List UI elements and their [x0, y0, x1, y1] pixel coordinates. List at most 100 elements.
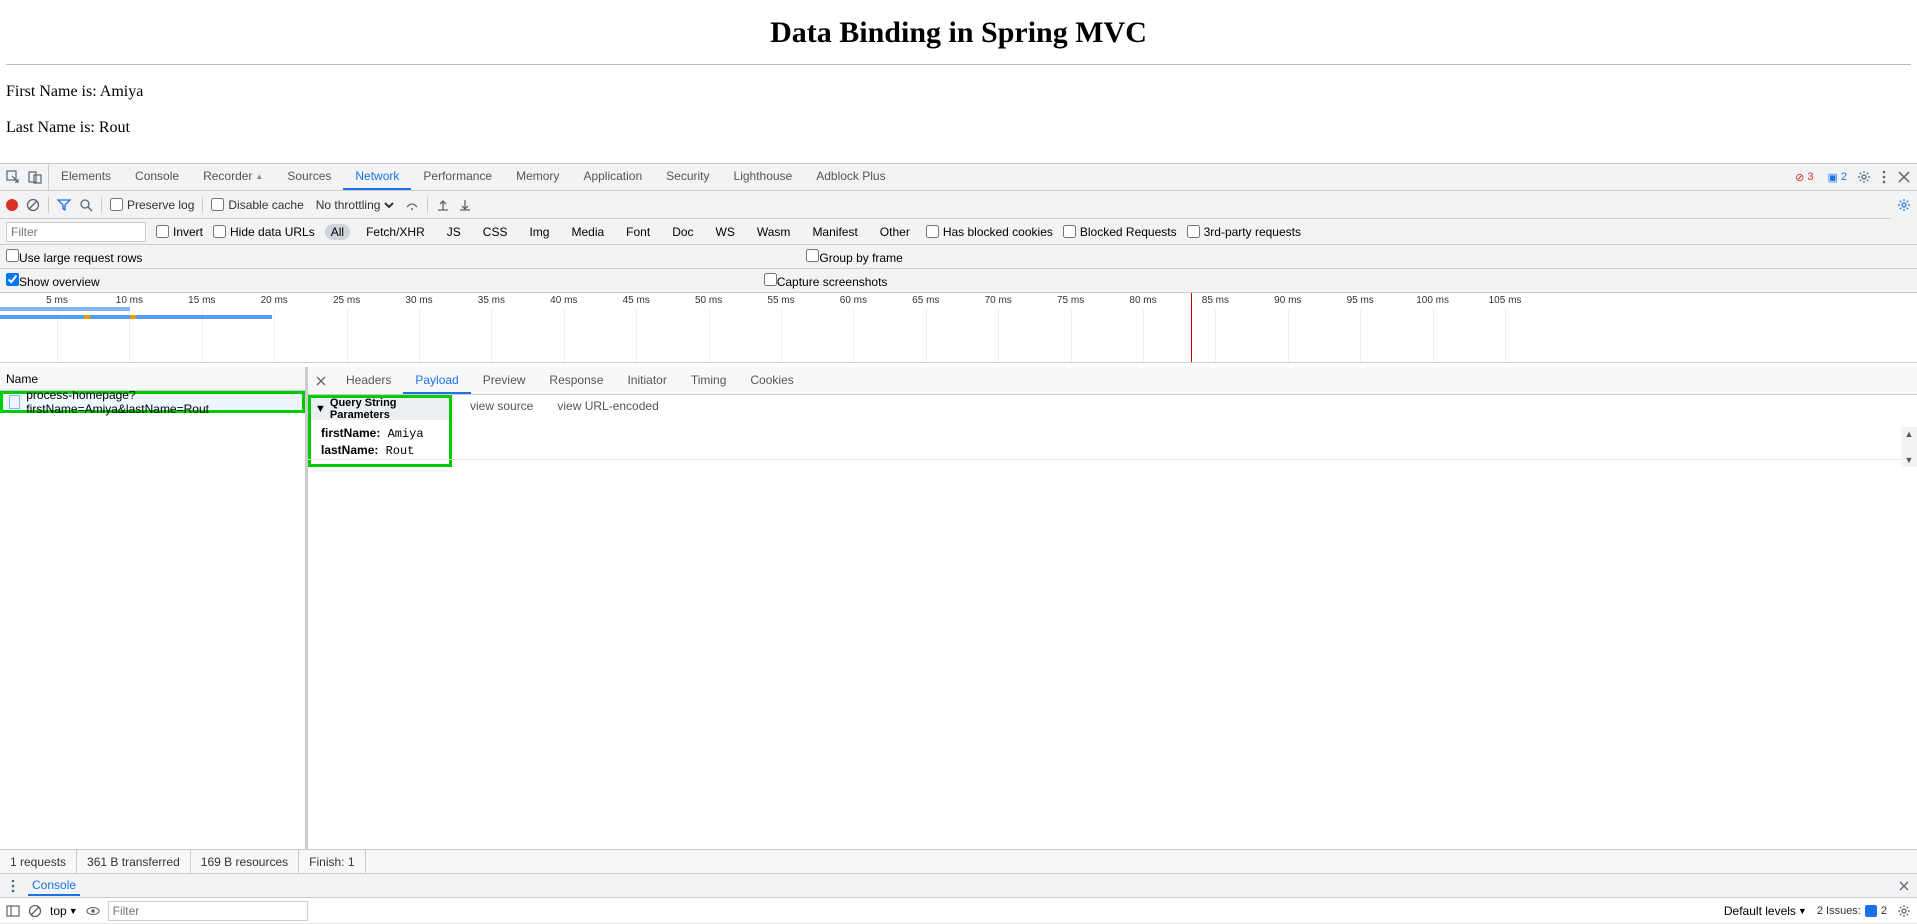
type-other[interactable]: Other [874, 224, 916, 240]
timeline-tick-label: 95 ms [1347, 295, 1374, 306]
kebab-menu-icon[interactable] [1877, 170, 1891, 184]
settings-gear-icon[interactable] [1857, 170, 1871, 184]
request-list-header[interactable]: Name [0, 367, 305, 391]
error-badge[interactable]: ⊘3 [1791, 170, 1817, 185]
use-large-rows-checkbox[interactable]: Use large request rows [6, 249, 142, 265]
type-css[interactable]: CSS [477, 224, 514, 240]
log-levels-selector[interactable]: Default levels ▼ [1724, 904, 1807, 918]
timeline-tick-label: 40 ms [550, 295, 577, 306]
blocked-requests-checkbox[interactable]: Blocked Requests [1063, 225, 1177, 239]
tab-console[interactable]: Console [123, 164, 191, 190]
console-sidebar-icon[interactable] [6, 904, 20, 918]
throttling-select[interactable]: No throttling [312, 197, 397, 213]
device-toggle-icon[interactable] [28, 170, 42, 184]
tab-adblock[interactable]: Adblock Plus [804, 164, 897, 190]
preserve-log-checkbox[interactable]: Preserve log [110, 198, 194, 212]
dtab-payload[interactable]: Payload [403, 367, 470, 394]
timeline-gridline [1288, 309, 1289, 362]
close-details-icon[interactable] [308, 367, 334, 394]
timeline-tick-label: 10 ms [116, 295, 143, 306]
request-row[interactable]: process-homepage?firstName=Amiya&lastNam… [0, 391, 305, 413]
query-string-parameters-box: ▼Query String Parameters firstName: Amiy… [308, 395, 452, 467]
console-drawer-tab[interactable]: Console [28, 876, 80, 896]
search-icon[interactable] [79, 198, 93, 212]
view-url-encoded-link[interactable]: view URL-encoded [557, 399, 658, 413]
warning-badge[interactable]: ▣2 [1823, 170, 1851, 185]
network-settings-gear[interactable] [1891, 191, 1917, 219]
group-by-frame-checkbox[interactable]: Group by frame [806, 249, 902, 265]
network-conditions-icon[interactable] [405, 198, 419, 212]
close-devtools-icon[interactable] [1897, 170, 1911, 184]
type-wasm[interactable]: Wasm [751, 224, 797, 240]
chevron-down-icon: ▼ [69, 906, 78, 916]
timeline-gridline [347, 309, 348, 362]
scroll-down-icon: ▼ [1905, 455, 1914, 465]
scrollbar-arrows[interactable]: ▲▼ [1901, 427, 1917, 467]
record-icon[interactable] [6, 199, 18, 211]
type-doc[interactable]: Doc [666, 224, 699, 240]
inspect-icon[interactable] [6, 170, 20, 184]
type-ws[interactable]: WS [710, 224, 741, 240]
chevron-down-icon: ▼ [1798, 906, 1807, 916]
timeline-gridline [998, 309, 999, 362]
third-party-label: 3rd-party requests [1204, 225, 1301, 239]
type-all[interactable]: All [325, 224, 350, 240]
timeline-overview[interactable]: 5 ms10 ms15 ms20 ms25 ms30 ms35 ms40 ms4… [0, 293, 1917, 363]
status-requests: 1 requests [0, 850, 77, 873]
timeline-gridline [1360, 309, 1361, 362]
third-party-checkbox[interactable]: 3rd-party requests [1187, 225, 1301, 239]
type-media[interactable]: Media [565, 224, 610, 240]
invert-checkbox[interactable]: Invert [156, 225, 203, 239]
tab-elements[interactable]: Elements [49, 164, 123, 190]
capture-screenshots-checkbox[interactable]: Capture screenshots [764, 273, 888, 289]
console-clear-icon[interactable] [28, 904, 42, 918]
tab-memory[interactable]: Memory [504, 164, 571, 190]
disable-cache-label: Disable cache [228, 198, 303, 212]
clear-icon[interactable] [26, 198, 40, 212]
export-har-icon[interactable] [458, 198, 472, 212]
dtab-response[interactable]: Response [537, 367, 615, 394]
disable-cache-checkbox[interactable]: Disable cache [211, 198, 303, 212]
tab-performance[interactable]: Performance [411, 164, 504, 190]
type-img[interactable]: Img [523, 224, 555, 240]
hide-data-urls-checkbox[interactable]: Hide data URLs [213, 225, 315, 239]
dtab-initiator[interactable]: Initiator [615, 367, 678, 394]
context-selector[interactable]: top ▼ [50, 904, 78, 918]
dtab-preview[interactable]: Preview [471, 367, 538, 394]
use-large-label: Use large request rows [19, 251, 142, 265]
console-settings-gear-icon[interactable] [1897, 904, 1911, 918]
group-by-frame-label: Group by frame [819, 251, 902, 265]
document-icon [9, 395, 20, 409]
timeline-gridline [419, 309, 420, 362]
tab-security[interactable]: Security [654, 164, 721, 190]
dtab-timing[interactable]: Timing [679, 367, 739, 394]
qsp-header[interactable]: ▼Query String Parameters [311, 398, 449, 420]
dtab-cookies[interactable]: Cookies [738, 367, 805, 394]
view-source-link[interactable]: view source [470, 399, 533, 413]
filter-input[interactable] [6, 222, 146, 242]
console-filter-input[interactable] [108, 901, 308, 921]
type-manifest[interactable]: Manifest [806, 224, 863, 240]
issues-badge[interactable]: 2 Issues: 2 [1817, 905, 1887, 917]
tab-network[interactable]: Network [343, 164, 411, 190]
error-icon: ⊘ [1795, 171, 1804, 184]
dtab-headers[interactable]: Headers [334, 367, 403, 394]
drawer-menu-icon[interactable] [6, 879, 20, 893]
timeline-gridline [1071, 309, 1072, 362]
live-expression-icon[interactable] [86, 904, 100, 918]
show-overview-checkbox[interactable]: Show overview [6, 273, 100, 289]
console-drawer-tabstrip: Console [0, 874, 1917, 898]
has-blocked-cookies-checkbox[interactable]: Has blocked cookies [926, 225, 1053, 239]
close-drawer-icon[interactable] [1897, 879, 1911, 893]
qsp-value: Amiya [388, 427, 424, 441]
type-font[interactable]: Font [620, 224, 656, 240]
import-har-icon[interactable] [436, 198, 450, 212]
tab-sources[interactable]: Sources [275, 164, 343, 190]
timeline-tick-label: 35 ms [478, 295, 505, 306]
type-fetchxhr[interactable]: Fetch/XHR [360, 224, 431, 240]
filter-funnel-icon[interactable] [57, 198, 71, 212]
tab-lighthouse[interactable]: Lighthouse [722, 164, 805, 190]
tab-application[interactable]: Application [571, 164, 654, 190]
tab-recorder[interactable]: Recorder▲ [191, 164, 275, 190]
type-js[interactable]: JS [441, 224, 467, 240]
